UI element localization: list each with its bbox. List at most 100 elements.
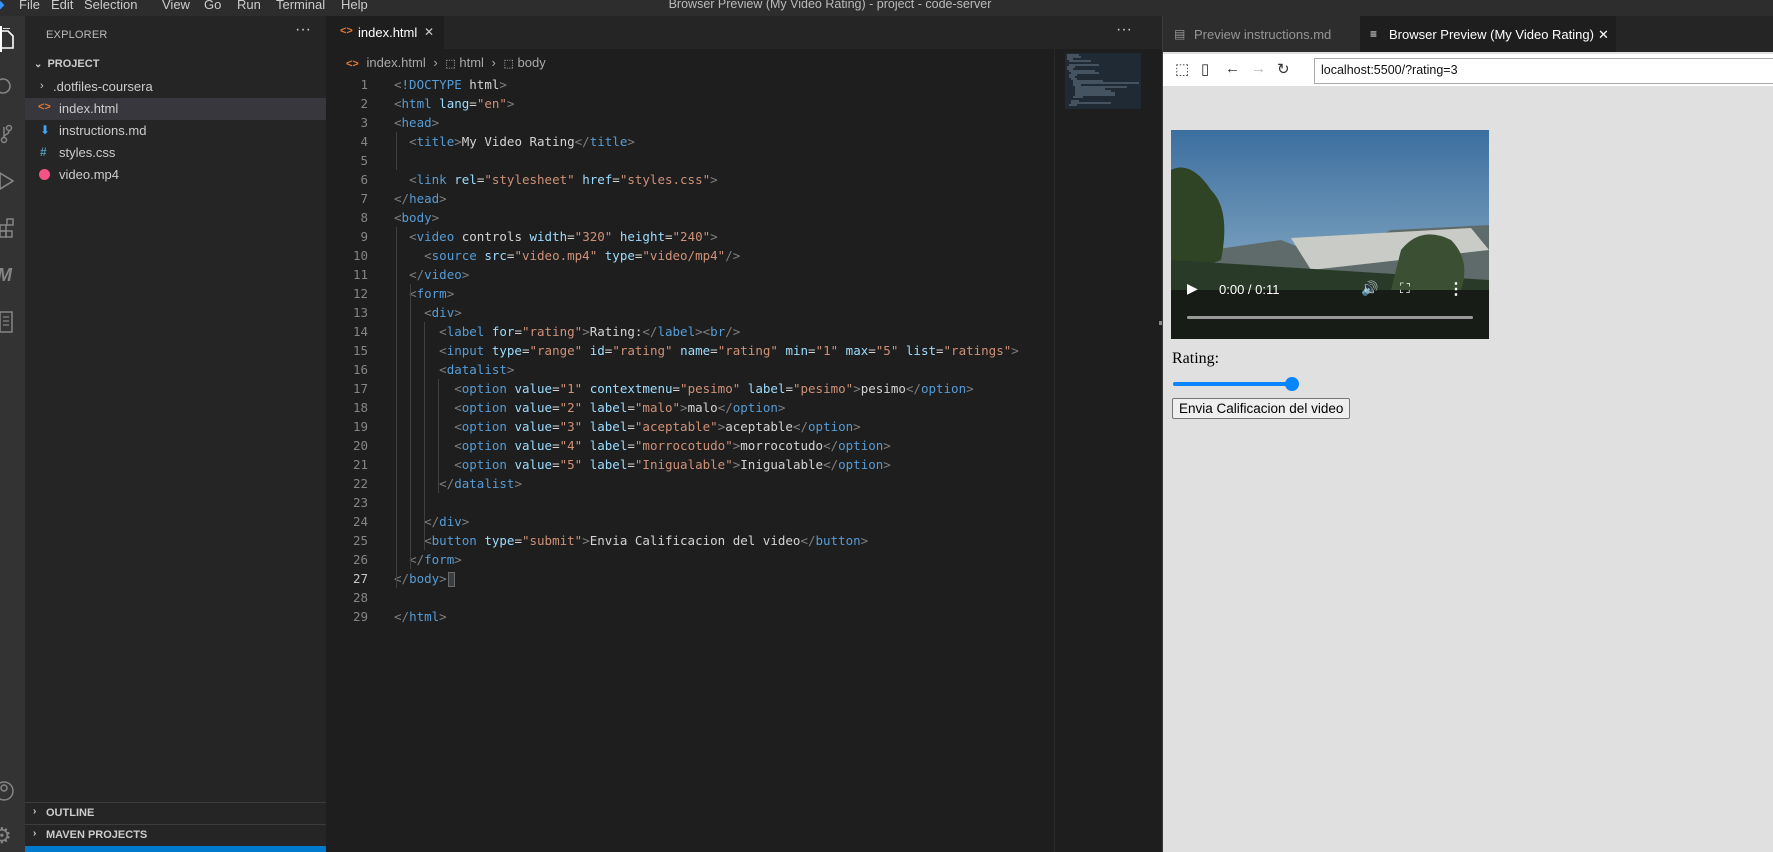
preview-icon: ≡ <box>1370 27 1378 41</box>
breadcrumb: <> index.html › ⬚ html › ⬚ body <box>346 55 546 70</box>
code-line[interactable]: <option value="5" label="Inigualable">In… <box>394 455 891 474</box>
tree-item-instructions-md[interactable]: ⬇ instructions.md <box>25 120 326 142</box>
code-line[interactable]: </head> <box>394 189 447 208</box>
inspect-icon[interactable]: ⬚ <box>1175 60 1189 78</box>
video-more-options-icon[interactable]: ⋮ <box>1448 279 1464 299</box>
line-number: 19 <box>352 419 368 434</box>
code-line[interactable]: <head> <box>394 113 439 132</box>
activity-bar: M ⚙ <box>0 16 25 852</box>
code-line[interactable]: </html> <box>394 607 447 626</box>
markdown-file-icon: ⬇ <box>40 123 51 137</box>
reload-icon[interactable]: ↻ <box>1277 60 1290 78</box>
line-number: 29 <box>352 609 368 624</box>
account-icon[interactable] <box>0 776 25 806</box>
breadcrumb-file[interactable]: index.html <box>366 55 425 70</box>
line-number: 10 <box>352 248 368 263</box>
files-icon[interactable] <box>0 24 25 54</box>
outline-section[interactable]: › OUTLINE <box>25 802 326 825</box>
extensions-icon[interactable] <box>0 213 25 243</box>
line-number: 2 <box>360 96 368 111</box>
tab-close-icon[interactable]: ✕ <box>1598 27 1609 43</box>
volume-icon[interactable]: 🔊 <box>1361 280 1378 297</box>
editor-tab-bar: <> index.html ✕ ··· <box>326 16 1162 49</box>
video-player[interactable]: ▶ 0:00 / 0:11 🔊 ⛶ ⋮ <box>1171 130 1489 339</box>
line-number: 16 <box>352 362 368 377</box>
video-progress-track[interactable] <box>1187 316 1473 319</box>
code-line[interactable]: <!DOCTYPE html> <box>394 75 507 94</box>
slider-fill <box>1173 382 1297 386</box>
code-line[interactable]: <label for="rating">Rating:</label><br/> <box>394 322 740 341</box>
minimap-preview <box>1065 53 1141 109</box>
code-line[interactable]: </div> <box>394 512 469 531</box>
code-line[interactable]: <div> <box>394 303 462 322</box>
code-line[interactable]: <html lang="en"> <box>394 94 514 113</box>
settings-gear-icon[interactable]: ⚙ <box>0 821 25 851</box>
code-line[interactable]: <option value="4" label="morrocotudo">mo… <box>394 436 891 455</box>
tab-close-icon[interactable]: ✕ <box>424 25 434 39</box>
line-number: 12 <box>352 286 368 301</box>
breadcrumb-body[interactable]: body <box>518 55 546 70</box>
url-input[interactable]: localhost:5500/?rating=3 <box>1314 58 1773 84</box>
back-arrow-icon[interactable]: ← <box>1225 60 1240 77</box>
editor-scrollbar[interactable] <box>1148 49 1162 852</box>
code-line[interactable]: </video> <box>394 265 469 284</box>
forward-arrow-icon[interactable]: → <box>1251 60 1266 77</box>
code-line[interactable]: <button type="submit">Envia Calificacion… <box>394 531 868 550</box>
line-number: 1 <box>360 77 368 92</box>
tab-label: Preview instructions.md <box>1194 27 1332 42</box>
code-line[interactable]: <option value="3" label="aceptable">acep… <box>394 417 860 436</box>
explorer-more-actions-button[interactable]: ··· <box>295 21 311 39</box>
code-line[interactable]: <option value="1" contextmenu="pesimo" l… <box>394 379 973 398</box>
browser-toolbar: ⬚ ▯ ← → ↻ localhost:5500/?rating=3 <box>1163 54 1773 86</box>
search-icon[interactable] <box>0 72 25 102</box>
project-folder-header[interactable]: ⌄ PROJECT <box>34 58 99 70</box>
line-number: 20 <box>352 438 368 453</box>
explorer-title: EXPLORER <box>46 29 108 41</box>
line-number: 17 <box>352 381 368 396</box>
tab-preview-instructions[interactable]: ▤ Preview instructions.md <box>1163 16 1360 52</box>
outline-label: OUTLINE <box>46 807 95 819</box>
rating-slider[interactable] <box>1173 376 1303 392</box>
code-line[interactable]: </form> <box>394 550 462 569</box>
source-control-icon[interactable] <box>0 119 25 149</box>
code-line[interactable]: </body> <box>394 569 455 588</box>
breadcrumb-html[interactable]: html <box>459 55 484 70</box>
line-number: 23 <box>352 495 368 510</box>
code-editor: <> index.html ✕ ··· <> index.html › ⬚ ht… <box>326 16 1163 852</box>
code-line[interactable]: <option value="2" label="malo">malo</opt… <box>394 398 785 417</box>
editor-more-actions-button[interactable]: ··· <box>1116 21 1132 39</box>
fullscreen-icon[interactable]: ⛶ <box>1400 280 1410 297</box>
tree-item-label: instructions.md <box>59 123 147 138</box>
code-line[interactable]: <body> <box>394 208 439 227</box>
tree-item-label: styles.css <box>59 145 116 160</box>
tree-item-dotfiles-coursera[interactable]: › .dotfiles-coursera <box>25 76 326 98</box>
code-line[interactable]: </datalist> <box>394 474 522 493</box>
code-line[interactable]: <video controls width="320" height="240"… <box>394 227 718 246</box>
code-line[interactable]: <form> <box>394 284 454 303</box>
device-icon[interactable]: ▯ <box>1201 60 1209 78</box>
notebook-icon[interactable] <box>0 307 25 337</box>
tree-item-styles-css[interactable]: # styles.css <box>25 142 326 164</box>
preview-icon: ▤ <box>1174 27 1186 41</box>
line-number: 24 <box>352 514 368 529</box>
tab-index-html[interactable]: <> index.html ✕ <box>326 16 444 49</box>
code-line[interactable]: <link rel="stylesheet" href="styles.css"… <box>394 170 718 189</box>
play-icon[interactable]: ▶ <box>1187 280 1198 297</box>
code-line[interactable]: <source src="video.mp4" type="video/mp4"… <box>394 246 740 265</box>
css-file-icon: # <box>40 145 47 159</box>
tree-item-video-mp4[interactable]: video.mp4 <box>25 164 326 186</box>
tree-item-index-html[interactable]: <> index.html <box>25 98 326 120</box>
code-line[interactable]: <input type="range" id="rating" name="ra… <box>394 341 1019 360</box>
code-line[interactable]: <datalist> <box>394 360 514 379</box>
run-debug-icon[interactable] <box>0 166 25 196</box>
browser-preview-pane: ▤ Preview instructions.md ≡ Browser Prev… <box>1162 16 1773 852</box>
maven-projects-section[interactable]: › MAVEN PROJECTS <box>25 824 326 847</box>
slider-thumb[interactable] <box>1285 377 1299 391</box>
maven-icon[interactable]: M <box>0 260 25 290</box>
minimap[interactable] <box>1054 49 1163 852</box>
line-number: 6 <box>360 172 368 187</box>
tab-browser-preview[interactable]: ≡ Browser Preview (My Video Rating) ✕ <box>1360 16 1616 52</box>
code-line[interactable]: <title>My Video Rating</title> <box>394 132 635 151</box>
submit-rating-button[interactable]: Envia Calificacion del video <box>1172 398 1351 419</box>
html-file-icon: <> <box>340 25 353 37</box>
